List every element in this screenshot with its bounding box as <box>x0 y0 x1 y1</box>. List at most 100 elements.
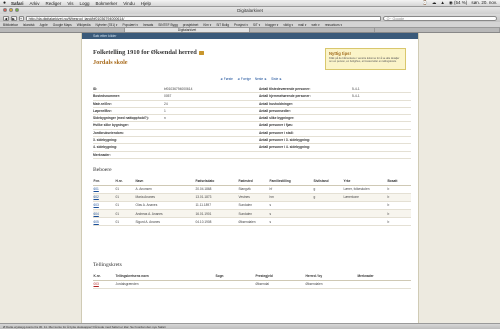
tab[interactable] <box>375 28 500 32</box>
bookmark-item[interactable]: Apple <box>40 23 48 27</box>
info-label: Antall slike bygninger: <box>259 116 295 121</box>
menu-app[interactable]: Safari <box>11 1 24 6</box>
info-label: Antall personer i 3. sidebygning: <box>259 138 311 143</box>
tab-digitalarkivet[interactable]: Digitalarkivet <box>125 28 250 32</box>
bookmark-item[interactable]: mail ▾ <box>298 23 306 27</box>
last-link[interactable]: Siste ► <box>271 77 282 81</box>
column-header[interactable]: H.nr. <box>115 178 135 186</box>
site-banner[interactable]: Søk etter kilder <box>82 33 418 39</box>
info-label: Hvilke slike bygninger: <box>93 123 129 128</box>
table-cell: A. Anonsen <box>135 185 195 194</box>
menu-vindu[interactable]: Vindu <box>123 1 134 6</box>
column-header[interactable]: Prestegjeld <box>255 273 305 281</box>
table-cell: Maria Ananes <box>135 193 195 202</box>
page-title-text: Folketelling 1910 for Øksendal herred <box>93 49 197 56</box>
info-row: ID: bf01036794000614 Antall tilstedeværend… <box>93 86 411 94</box>
bookmark-item[interactable]: Wikipedia <box>77 23 91 27</box>
edit-icon[interactable] <box>199 50 204 55</box>
tip-text: Klikk på de blå lenkene i venstre kolonn… <box>329 57 400 64</box>
person-link[interactable]: 603 <box>94 203 99 207</box>
previous-link[interactable]: ◄ Forrige <box>237 77 251 81</box>
bookmark-item[interactable]: Nyheter (781) ▾ <box>96 23 118 27</box>
table-cell: b <box>387 185 411 194</box>
forward-button[interactable]: ▶ <box>10 15 17 21</box>
tab[interactable] <box>0 28 125 32</box>
district-link[interactable]: 003 <box>94 282 99 286</box>
menu-bar: ● Safari Arkiv Rediger Vis Logg Bokmerke… <box>0 0 500 7</box>
menu-arkiv[interactable]: Arkiv <box>30 1 40 6</box>
close-window-icon[interactable] <box>3 8 7 12</box>
info-row: 3. sidebygning: Antall personer i 3. side… <box>93 137 411 145</box>
page-title: Folketelling 1910 for Øksendal herred <box>93 49 204 56</box>
menu-hjelp[interactable]: Hjelp <box>141 1 151 6</box>
info-row: Jordbrukseiendom: Antall personer i stall… <box>93 130 411 138</box>
person-link[interactable]: 605 <box>94 220 99 224</box>
add-bookmark-button[interactable]: + <box>18 15 24 21</box>
column-header[interactable]: Tellingskretsens navn <box>115 273 215 281</box>
person-link[interactable]: 601 <box>94 187 99 191</box>
bookmark-item[interactable]: Innsats <box>143 23 153 27</box>
time-machine-icon[interactable]: ⌚ <box>422 0 428 6</box>
page-subtitle: Jordals skole <box>93 59 128 66</box>
column-header[interactable]: Fødested <box>238 178 269 186</box>
bookmark-item[interactable]: ressurkurs ▾ <box>325 23 342 27</box>
person-link[interactable]: 602 <box>94 195 99 199</box>
bookmark-item[interactable]: Google Maps <box>53 23 72 27</box>
info-label: 3. sidebygning: <box>93 138 118 143</box>
column-header[interactable]: Herred / by <box>305 273 357 281</box>
menu-vis[interactable]: Vis <box>67 1 73 6</box>
bookmark-item[interactable]: Prosject ▾ <box>234 23 248 27</box>
table-cell: b <box>387 217 411 227</box>
address-bar[interactable]: http://da.digitalarkivet.no/ft/besrod_la… <box>25 15 381 21</box>
table-cell: s <box>269 209 313 219</box>
search-field[interactable]: Q~ Google <box>382 15 497 21</box>
back-button[interactable]: ◀ <box>3 15 9 21</box>
column-header[interactable]: P.nr. <box>93 178 115 186</box>
column-header[interactable]: Yrke <box>343 178 387 186</box>
info-label: Antall tilstedeværende personer: <box>259 87 311 91</box>
bookmark-item[interactable]: SiT Bolig <box>216 23 229 27</box>
column-header[interactable]: Fødselsdato <box>195 178 238 186</box>
apple-menu-icon[interactable]: ● <box>3 0 6 6</box>
menu-bokmerker[interactable]: Bokmerker <box>96 1 118 6</box>
wifi-icon[interactable]: ▲ <box>440 0 444 6</box>
info-value: n <box>164 116 166 121</box>
first-link[interactable]: ◄ Første <box>220 77 233 81</box>
column-header[interactable]: Navn <box>135 178 195 186</box>
page-content: Søk etter kilder Folketelling 1910 for Ø… <box>81 33 419 323</box>
bookmark-item[interactable]: web ▾ <box>311 23 319 27</box>
bookmark-item[interactable]: viktig ▾ <box>283 23 293 27</box>
column-header[interactable]: K.nr. <box>93 273 115 281</box>
minimize-window-icon[interactable] <box>9 8 13 12</box>
person-link[interactable]: 604 <box>94 212 99 216</box>
menu-rediger[interactable]: Rediger <box>46 1 62 6</box>
bookmark-item[interactable]: Kim ▾ <box>203 23 211 27</box>
next-link[interactable]: Neste ► <box>255 77 267 81</box>
table-cell: s <box>269 217 313 227</box>
bookmark-item[interactable]: SiT ▾ <box>253 23 260 27</box>
column-header[interactable]: Bosatt <box>387 178 411 186</box>
table-cell: Vestnes <box>238 193 269 202</box>
cloud-icon[interactable]: ☁ <box>432 0 437 6</box>
zoom-window-icon[interactable] <box>15 8 19 12</box>
bookmark-item[interactable]: SINTEF Bygg <box>158 23 178 27</box>
bookmark-item[interactable]: blogger ▾ <box>265 23 278 27</box>
bookmark-item[interactable]: Islandsk <box>23 23 35 27</box>
column-header[interactable]: Merknader <box>357 273 411 281</box>
tab[interactable] <box>250 28 375 32</box>
battery-indicator[interactable]: ◉ (54 %) <box>449 0 467 6</box>
table-cell: 01 <box>115 193 135 202</box>
residents-heading: Beboere <box>93 167 112 173</box>
table-cell: Stangvik <box>238 185 269 194</box>
bookmark-item[interactable]: prosjektnet <box>183 23 199 27</box>
column-header[interactable]: Sivilstand <box>313 178 343 186</box>
bookmark-item[interactable]: Populært ▾ <box>123 23 138 27</box>
menu-logg[interactable]: Logg <box>79 1 89 6</box>
info-label: Sidebygninger (med nattopphold?): <box>93 116 149 121</box>
table-cell: s <box>269 201 313 211</box>
clock[interactable]: søn. 20. nov. <box>471 0 497 6</box>
bookmark-item[interactable]: Bibliotekar <box>3 23 18 27</box>
column-header[interactable]: Sogn <box>215 273 255 281</box>
record-navigation: ◄ Første ◄ Forrige Neste ► Siste ► <box>82 77 420 81</box>
column-header[interactable]: Familiestilling <box>269 178 313 186</box>
